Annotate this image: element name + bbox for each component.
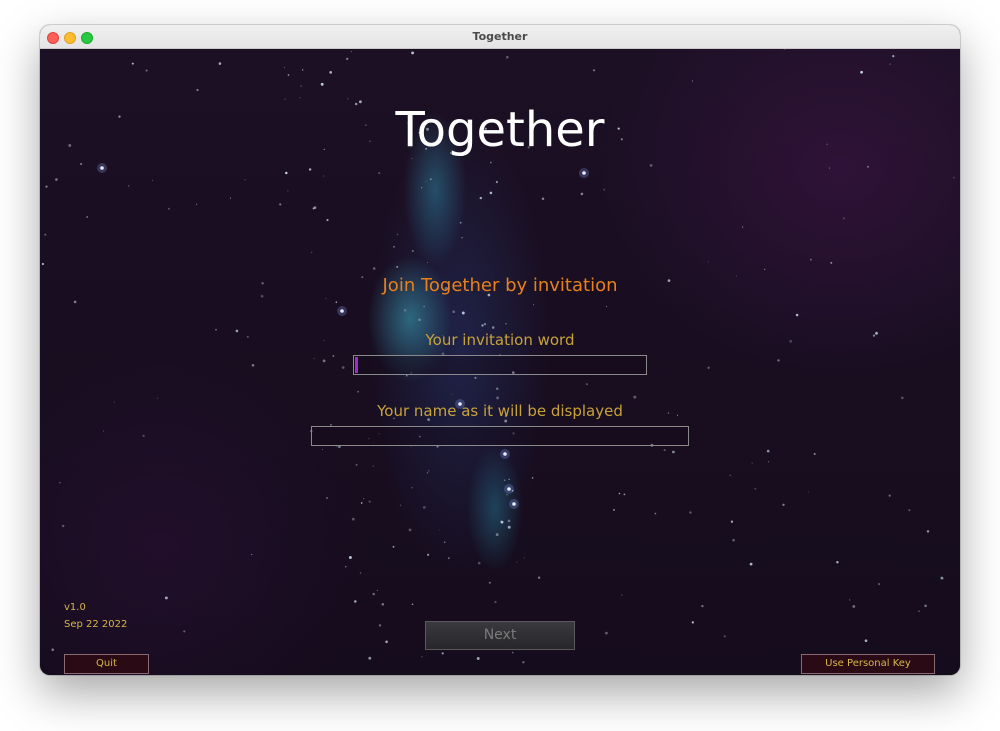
version-label: v1.0 bbox=[64, 602, 86, 613]
text-caret bbox=[355, 357, 358, 373]
galaxy-background: Together Join Together by invitation You… bbox=[40, 49, 960, 675]
quit-button[interactable]: Quit bbox=[64, 654, 149, 674]
join-subtitle: Join Together by invitation bbox=[382, 275, 618, 296]
invitation-word-input[interactable] bbox=[353, 355, 647, 375]
app-window: Together Together Join Together by invit… bbox=[40, 25, 960, 675]
use-personal-key-button[interactable]: Use Personal Key bbox=[801, 654, 935, 674]
invitation-word-label: Your invitation word bbox=[425, 331, 575, 349]
app-title: Together bbox=[395, 102, 605, 158]
window-title: Together bbox=[472, 30, 528, 43]
next-button[interactable]: Next bbox=[425, 621, 575, 650]
title-bar[interactable]: Together bbox=[40, 25, 960, 49]
build-date-label: Sep 22 2022 bbox=[64, 619, 128, 630]
display-name-label: Your name as it will be displayed bbox=[377, 402, 623, 420]
display-name-input[interactable] bbox=[311, 426, 689, 446]
